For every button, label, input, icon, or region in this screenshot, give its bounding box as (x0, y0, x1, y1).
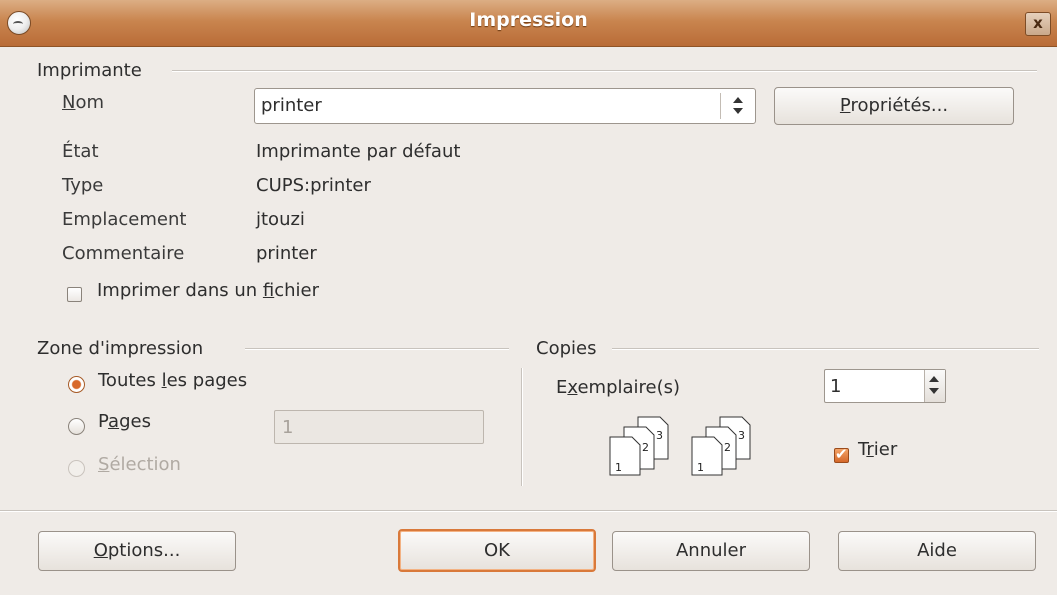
page-number-2b: 2 (724, 441, 731, 454)
state-label: État (62, 141, 99, 162)
pages-radio[interactable] (68, 418, 85, 435)
collate-label[interactable]: Trier (858, 439, 897, 460)
state-value: Imprimante par défaut (256, 141, 461, 162)
collate-pages-icon: 1 2 3 (609, 416, 669, 476)
collate-pages-icon-2: 1 2 3 (691, 416, 751, 476)
page-number-1a: 1 (615, 461, 622, 474)
copies-count-value: 1 (830, 376, 842, 397)
window-title: Impression (469, 9, 588, 31)
copies-divider (612, 348, 1039, 350)
comment-value: printer (256, 243, 317, 264)
print-range-divider (245, 348, 509, 350)
print-dialog: Impression x Imprimante Nom printer Prop… (0, 0, 1057, 595)
help-button[interactable]: Aide (838, 531, 1036, 571)
page-number-1b: 1 (697, 461, 704, 474)
collate-checkbox[interactable] (834, 445, 849, 463)
pages-range-input[interactable]: 1 (274, 410, 484, 444)
close-icon[interactable]: x (1025, 12, 1051, 36)
options-button[interactable]: Options... (38, 531, 236, 571)
page-number-2a: 2 (642, 441, 649, 454)
name-label-rest: om (75, 92, 105, 113)
printer-name-combo[interactable]: printer (254, 88, 756, 124)
copies-title: Copies (536, 338, 597, 359)
combo-separator (720, 93, 721, 119)
type-label: Type (62, 175, 104, 196)
copies-count-spinner[interactable]: 1 (824, 369, 946, 403)
location-value: jtouzi (256, 209, 305, 230)
printer-section-title: Imprimante (37, 60, 142, 81)
combo-arrows-icon[interactable] (731, 94, 745, 118)
ok-button[interactable]: OK (398, 529, 596, 572)
printer-name-value: printer (261, 95, 322, 116)
printer-section-divider (172, 70, 1037, 72)
page-number-3a: 3 (656, 429, 663, 442)
properties-button[interactable]: Propriétés... (774, 87, 1014, 125)
column-divider (521, 368, 523, 486)
print-to-file-checkbox[interactable] (67, 287, 82, 302)
cancel-button[interactable]: Annuler (612, 531, 810, 571)
title-bar[interactable]: Impression x (0, 0, 1057, 47)
selection-label: Sélection (98, 454, 181, 475)
location-label: Emplacement (62, 209, 187, 230)
pages-range-value: 1 (282, 417, 294, 438)
print-range-title: Zone d'impression (37, 338, 204, 359)
page-number-3b: 3 (738, 429, 745, 442)
all-pages-radio[interactable] (68, 376, 85, 393)
all-pages-label[interactable]: Toutes les pages (98, 370, 247, 391)
copies-count-label: Exemplaire(s) (556, 377, 681, 398)
name-label: Nom (62, 92, 105, 113)
bottom-separator (0, 510, 1057, 512)
print-to-file-label[interactable]: Imprimer dans un fichier (97, 280, 319, 301)
spinner-arrows-icon[interactable] (924, 370, 945, 402)
comment-label: Commentaire (62, 243, 185, 264)
selection-radio[interactable] (68, 460, 85, 477)
pages-label[interactable]: Pages (98, 411, 151, 432)
type-value: CUPS:printer (256, 175, 371, 196)
